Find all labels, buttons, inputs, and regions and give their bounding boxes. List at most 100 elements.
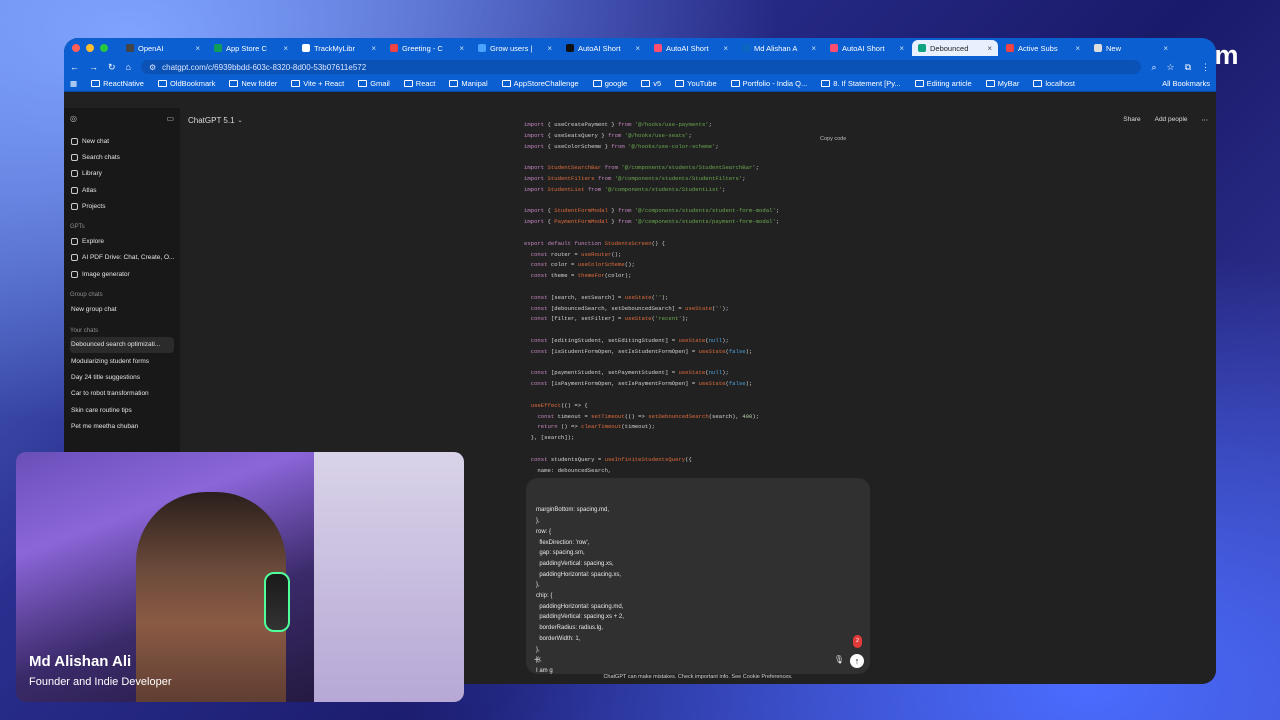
zoom-icon[interactable]: ⌕ — [1151, 62, 1156, 73]
add-people-button[interactable]: Add people — [1155, 116, 1188, 124]
bookmark-list: ReactNative OldBookmark New folder Vite + R… — [91, 79, 1075, 88]
tab-label: AutoAI Short — [578, 43, 621, 53]
sidebar-item[interactable]: Modularizing student forms — [70, 353, 174, 369]
message-composer[interactable]: marginBottom: spacing.md, }, row: { flex… — [526, 478, 870, 674]
model-selector[interactable]: ChatGPT 5.1 — [188, 116, 235, 125]
bookmark-item[interactable]: ReactNative — [91, 79, 144, 88]
browser-tab[interactable]: Greeting - C × — [384, 40, 470, 56]
bookmark-item[interactable]: New folder — [229, 79, 277, 88]
site-info-icon[interactable]: ⚙ — [149, 63, 156, 72]
browser-tab[interactable]: AutoAI Short × — [824, 40, 910, 56]
reload-icon[interactable]: ↻ — [108, 62, 116, 73]
sidebar-item[interactable]: Skin care routine tips — [70, 402, 174, 418]
tab-label: Debounced — [930, 43, 969, 53]
minimize-dot[interactable] — [86, 44, 94, 52]
tab-favicon-icon — [214, 44, 222, 52]
bookmark-item[interactable]: Vite + React — [291, 79, 344, 88]
tab-close-icon[interactable]: × — [811, 44, 816, 53]
sidebar-item[interactable]: Library — [70, 166, 174, 182]
tab-favicon-icon — [390, 44, 398, 52]
home-icon[interactable]: ⌂ — [126, 62, 131, 72]
tab-favicon-icon — [918, 44, 926, 52]
sidebar-item[interactable]: Day 24 title suggestions — [70, 369, 174, 385]
more-icon[interactable]: ⋯ — [1202, 116, 1209, 124]
tab-close-icon[interactable]: × — [1163, 44, 1168, 53]
extensions-icon[interactable]: ⧉ — [1185, 62, 1191, 73]
tab-favicon-icon — [566, 44, 574, 52]
sidebar-item[interactable]: Search chats — [70, 149, 174, 165]
tab-close-icon[interactable]: × — [723, 44, 728, 53]
bookmark-item[interactable]: Gmail — [358, 79, 390, 88]
send-button[interactable]: ↑ — [850, 654, 864, 668]
sidebar-item[interactable]: Debounced search optimizati... — [70, 336, 174, 353]
bookmark-item[interactable]: v5 — [641, 79, 661, 88]
sidebar-item-label: Atlas — [82, 186, 97, 194]
chatgpt-logo-icon[interactable]: ◎ — [70, 114, 77, 123]
bookmark-item[interactable]: Portfolio - India Q... — [730, 79, 807, 88]
browser-tab[interactable]: New × — [1088, 40, 1174, 56]
window-controls[interactable] — [72, 44, 108, 52]
browser-tab[interactable]: App Store C × — [208, 40, 294, 56]
bookmark-item[interactable]: google — [592, 79, 627, 88]
bookmark-item[interactable]: OldBookmark — [157, 79, 215, 88]
browser-tab[interactable]: Grow users | × — [472, 40, 558, 56]
bookmark-item[interactable]: AppStoreChallenge — [501, 79, 579, 88]
sidebar-toggle-icon[interactable]: ▭ — [166, 114, 174, 123]
browser-tab[interactable]: Debounced × — [912, 40, 998, 56]
tab-favicon-icon — [126, 44, 134, 52]
browser-tab[interactable]: TrackMyLibr × — [296, 40, 382, 56]
sidebar-item[interactable]: Atlas — [70, 182, 174, 198]
sidebar-item[interactable]: New chat — [70, 133, 174, 149]
bookmark-item[interactable]: 8. If Statement [Py... — [821, 79, 901, 88]
bookmark-label: localhost — [1045, 79, 1075, 88]
bookmark-item[interactable]: MyBar — [985, 79, 1019, 88]
mic-icon[interactable]: 🎙 — [834, 655, 844, 666]
tab-close-icon[interactable]: × — [547, 44, 552, 53]
tab-close-icon[interactable]: × — [987, 44, 992, 53]
apps-icon[interactable]: ▦ — [70, 79, 77, 88]
folder-icon — [229, 80, 239, 87]
bookmark-item[interactable]: React — [403, 79, 435, 88]
browser-tab[interactable]: Active Subs × — [1000, 40, 1086, 56]
back-icon[interactable]: ← — [70, 62, 79, 72]
sidebar-gpts: Explore AI PDF Drive: Chat, Create, O... I… — [70, 233, 174, 282]
folder-icon — [91, 80, 101, 87]
tab-favicon-icon — [302, 44, 310, 52]
bookmark-item[interactable]: Manipal — [449, 79, 488, 88]
tab-close-icon[interactable]: × — [371, 44, 376, 53]
bookmark-item[interactable]: localhost — [1033, 79, 1075, 88]
sidebar-item[interactable]: Projects — [70, 198, 174, 214]
browser-tab[interactable]: AutoAI Short × — [560, 40, 646, 56]
tab-close-icon[interactable]: × — [635, 44, 640, 53]
tab-favicon-icon — [742, 44, 750, 52]
forward-icon[interactable]: → — [89, 62, 98, 72]
browser-tab[interactable]: Md Alishan A × — [736, 40, 822, 56]
menu-icon[interactable]: ⋮ — [1201, 62, 1210, 73]
bookmark-item[interactable]: Editing article — [914, 79, 972, 88]
share-button[interactable]: Share — [1123, 116, 1140, 124]
bookmark-item[interactable]: YouTube — [675, 79, 717, 88]
tab-close-icon[interactable]: × — [283, 44, 288, 53]
close-dot[interactable] — [72, 44, 80, 52]
tab-label: AutoAI Short — [666, 43, 709, 53]
sidebar-item[interactable]: Pet me meetha chuban — [70, 418, 174, 434]
sidebar-item[interactable]: New group chat — [70, 301, 174, 317]
browser-tab[interactable]: AutoAI Short × — [648, 40, 734, 56]
tab-close-icon[interactable]: × — [899, 44, 904, 53]
plus-icon[interactable]: + — [534, 656, 540, 667]
maximize-dot[interactable] — [100, 44, 108, 52]
star-icon[interactable]: ☆ — [1166, 62, 1174, 73]
tab-close-icon[interactable]: × — [459, 44, 464, 53]
chevron-down-icon[interactable]: ⌄ — [238, 117, 243, 124]
all-bookmarks[interactable]: All Bookmarks — [1162, 79, 1210, 88]
omnibox[interactable]: ⚙ chatgpt.com/c/6939bbdd-603c-8320-8d00-… — [140, 60, 1142, 74]
sidebar-item[interactable]: Image generator — [70, 266, 174, 282]
sidebar-item[interactable]: AI PDF Drive: Chat, Create, O... — [70, 250, 174, 266]
browser-tab[interactable]: OpenAI × — [120, 40, 206, 56]
bookmark-label: ReactNative — [103, 79, 144, 88]
sidebar-item[interactable]: Explore — [70, 233, 174, 249]
tab-close-icon[interactable]: × — [1075, 44, 1080, 53]
folder-icon — [358, 80, 368, 87]
sidebar-item[interactable]: Car to robot transformation — [70, 386, 174, 402]
tab-close-icon[interactable]: × — [195, 44, 200, 53]
